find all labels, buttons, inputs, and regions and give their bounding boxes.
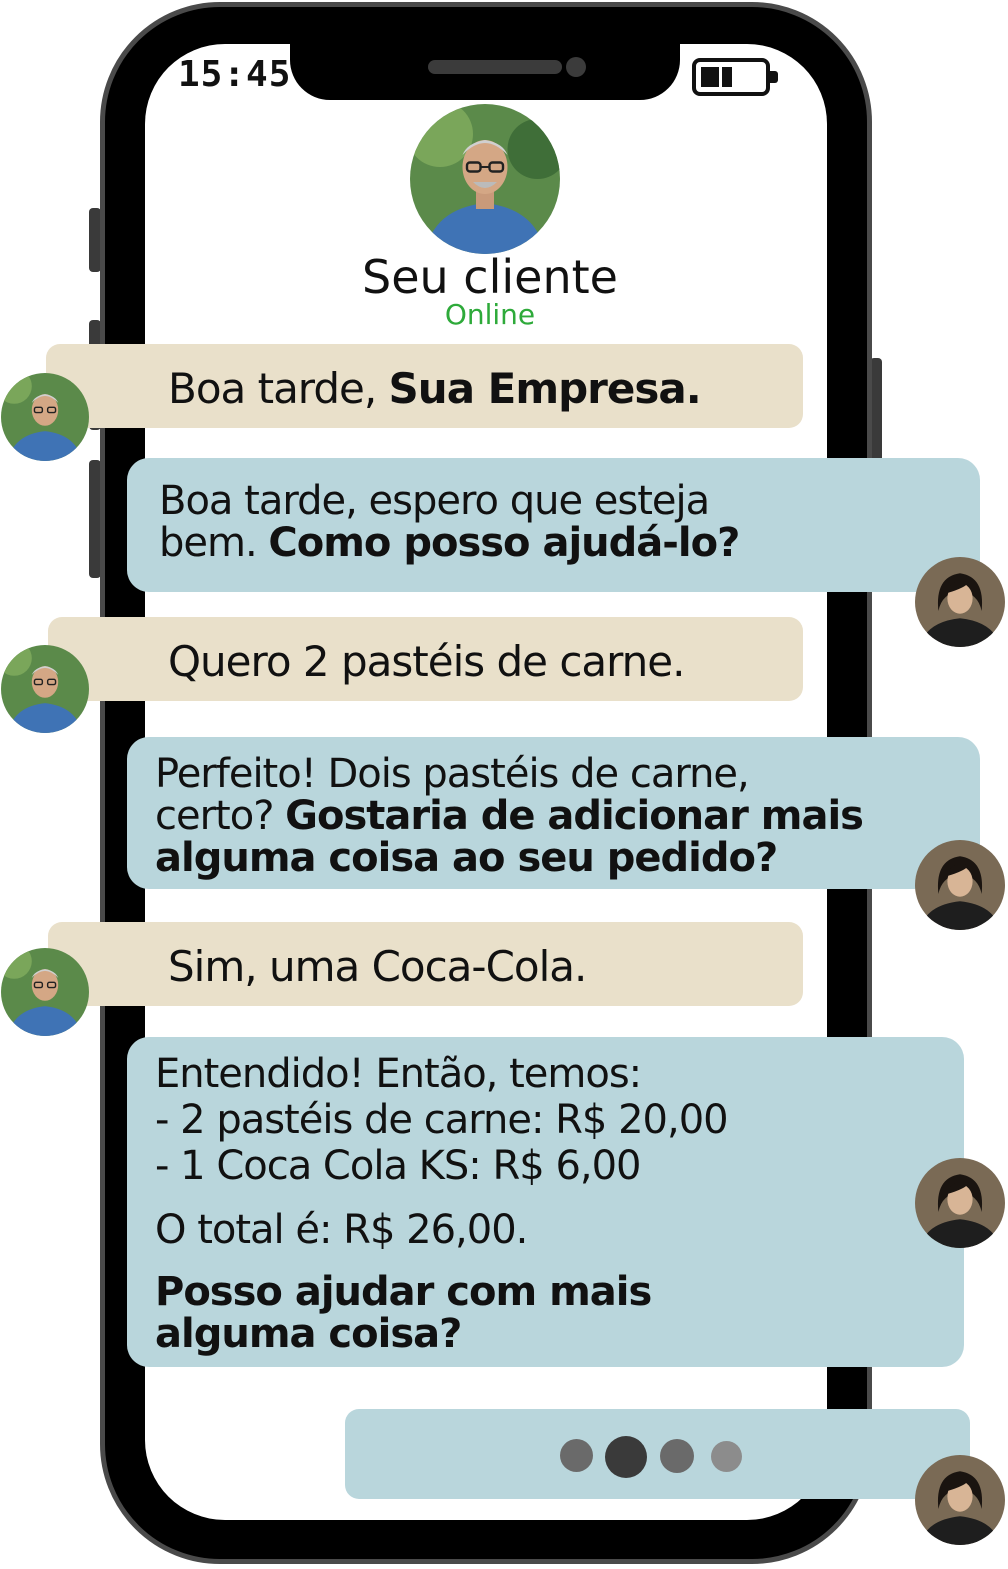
message-bubble-outgoing: Boa tarde, espero que esteja bem. Como p… — [127, 458, 980, 592]
message-text-bold: alguma coisa? — [155, 1311, 462, 1357]
business-avatar[interactable] — [915, 1455, 1005, 1545]
speaker-grille — [428, 60, 562, 74]
typing-dot — [711, 1441, 742, 1472]
battery-icon — [692, 58, 778, 96]
customer-avatar[interactable] — [1, 948, 89, 1036]
customer-avatar[interactable] — [1, 645, 89, 733]
message-text-bold: Como posso ajudá-lo? — [268, 520, 740, 566]
message-text-bold: alguma coisa ao seu pedido? — [155, 835, 778, 881]
business-avatar[interactable] — [915, 840, 1005, 930]
typing-dot — [605, 1436, 647, 1478]
typing-indicator — [345, 1409, 970, 1499]
message-text: bem. — [159, 520, 269, 566]
contact-status: Online — [444, 298, 536, 331]
message-bubble-incoming: Boa tarde, Sua Empresa. — [46, 344, 803, 428]
contact-avatar[interactable] — [410, 104, 560, 254]
message-text: - 1 Coca Cola KS: R$ 6,00 — [155, 1143, 642, 1189]
customer-avatar[interactable] — [1, 373, 89, 461]
business-avatar[interactable] — [915, 557, 1005, 647]
message-text: Perfeito! Dois pastéis de carne, — [155, 751, 750, 797]
front-camera — [566, 57, 586, 77]
message-text: Boa tarde, — [168, 364, 389, 413]
message-bubble-incoming: Sim, uma Coca-Cola. — [48, 922, 803, 1006]
message-text-bold: Gostaria de adicionar mais — [285, 793, 864, 839]
typing-dot — [660, 1439, 694, 1473]
contact-name: Seu cliente — [362, 250, 618, 304]
message-text: Sim, uma Coca-Cola. — [168, 942, 587, 991]
message-text: O total é: R$ 26,00. — [155, 1207, 528, 1253]
message-bubble-incoming: Quero 2 pastéis de carne. — [48, 617, 803, 701]
typing-dot — [560, 1439, 593, 1472]
message-bubble-outgoing: Entendido! Então, temos: - 2 pastéis de … — [127, 1037, 964, 1367]
message-text: Quero 2 pastéis de carne. — [168, 637, 686, 686]
message-text: Boa tarde, espero que esteja — [159, 478, 710, 524]
business-avatar[interactable] — [915, 1158, 1005, 1248]
message-text: - 2 pastéis de carne: R$ 20,00 — [155, 1097, 729, 1143]
message-text: Entendido! Então, temos: — [155, 1051, 642, 1097]
message-bubble-outgoing: Perfeito! Dois pastéis de carne, certo? … — [127, 737, 980, 889]
message-text: certo? — [155, 793, 286, 839]
message-text-bold: Sua Empresa. — [388, 364, 702, 413]
message-text-bold: Posso ajudar com mais — [155, 1269, 652, 1315]
status-time: 15:45 — [178, 54, 292, 95]
